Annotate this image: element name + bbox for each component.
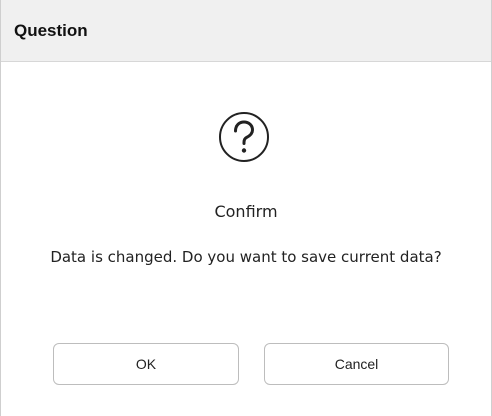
dialog-heading: Confirm	[214, 202, 278, 221]
question-icon	[217, 110, 271, 164]
dialog-message: Data is changed. Do you want to save cur…	[50, 248, 442, 266]
cancel-button[interactable]: Cancel	[264, 343, 449, 385]
dialog-title: Question	[14, 21, 88, 40]
ok-button[interactable]: OK	[53, 343, 239, 385]
question-dialog: Question Confirm Data is changed. Do you…	[0, 0, 492, 416]
title-bar[interactable]: Question	[1, 0, 491, 62]
